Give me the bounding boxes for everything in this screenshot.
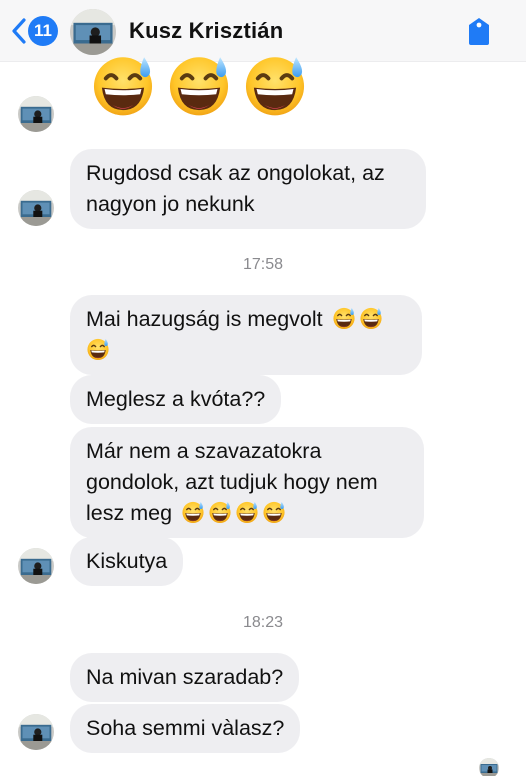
unread-count-badge: 11 <box>28 16 58 46</box>
grinning-sweat-emoji-icon <box>235 500 259 524</box>
message-bubble[interactable]: Már nem a szavazatokra gondolok, azt tud… <box>70 427 424 538</box>
grinning-sweat-emoji-icon <box>242 52 308 118</box>
message-text: Mai hazugság is megvolt <box>86 307 323 331</box>
message-text: lesz meg <box>86 501 173 525</box>
chevron-left-icon <box>12 18 26 44</box>
timestamp: 17:58 <box>242 256 284 273</box>
message-bubble[interactable]: Kiskutya <box>70 537 184 586</box>
read-receipt-avatar <box>479 758 499 776</box>
message-text: nagyon jo nekunk <box>86 192 255 216</box>
message-bubble[interactable]: Rugdosd csak az ongolokat, az nagyon jo … <box>70 149 426 229</box>
grinning-sweat-emoji-icon <box>208 500 232 524</box>
message-text: gondolok, azt tudjuk hogy nem <box>86 470 378 494</box>
grinning-sweat-emoji-icon <box>166 52 232 118</box>
message-text: Soha semmi vàlasz? <box>86 716 285 740</box>
tag-icon[interactable] <box>466 16 492 46</box>
grinning-sweat-emoji-icon <box>262 500 286 524</box>
contact-name[interactable]: Kusz Krisztián <box>129 18 283 44</box>
message-text: Már nem a szavazatokra <box>86 439 322 463</box>
message-text: Meglesz a kvóta?? <box>86 387 266 411</box>
message-text: Rugdosd csak az ongolokat, az <box>86 161 385 185</box>
grinning-sweat-emoji-icon <box>90 52 156 118</box>
avatar[interactable] <box>18 548 54 584</box>
message-text: Na mivan szaradab? <box>86 665 284 689</box>
grinning-sweat-emoji-icon <box>359 306 383 330</box>
contact-avatar[interactable] <box>70 9 116 55</box>
back-button[interactable]: 11 <box>10 14 58 48</box>
avatar[interactable] <box>18 714 54 750</box>
message-bubble[interactable]: Meglesz a kvóta?? <box>70 375 282 424</box>
message-bubble[interactable]: Mai hazugság is megvolt <box>70 295 422 375</box>
grinning-sweat-emoji-icon <box>181 500 205 524</box>
avatar[interactable] <box>18 96 54 132</box>
message-bubble[interactable]: Na mivan szaradab? <box>70 653 300 702</box>
timestamp: 18:23 <box>242 614 284 631</box>
avatar[interactable] <box>18 190 54 226</box>
grinning-sweat-emoji-icon <box>332 306 356 330</box>
grinning-sweat-emoji-icon <box>86 337 110 361</box>
message-text: Kiskutya <box>86 549 168 573</box>
big-emoji-message <box>90 52 308 118</box>
message-bubble[interactable]: Soha semmi vàlasz? <box>70 704 301 753</box>
